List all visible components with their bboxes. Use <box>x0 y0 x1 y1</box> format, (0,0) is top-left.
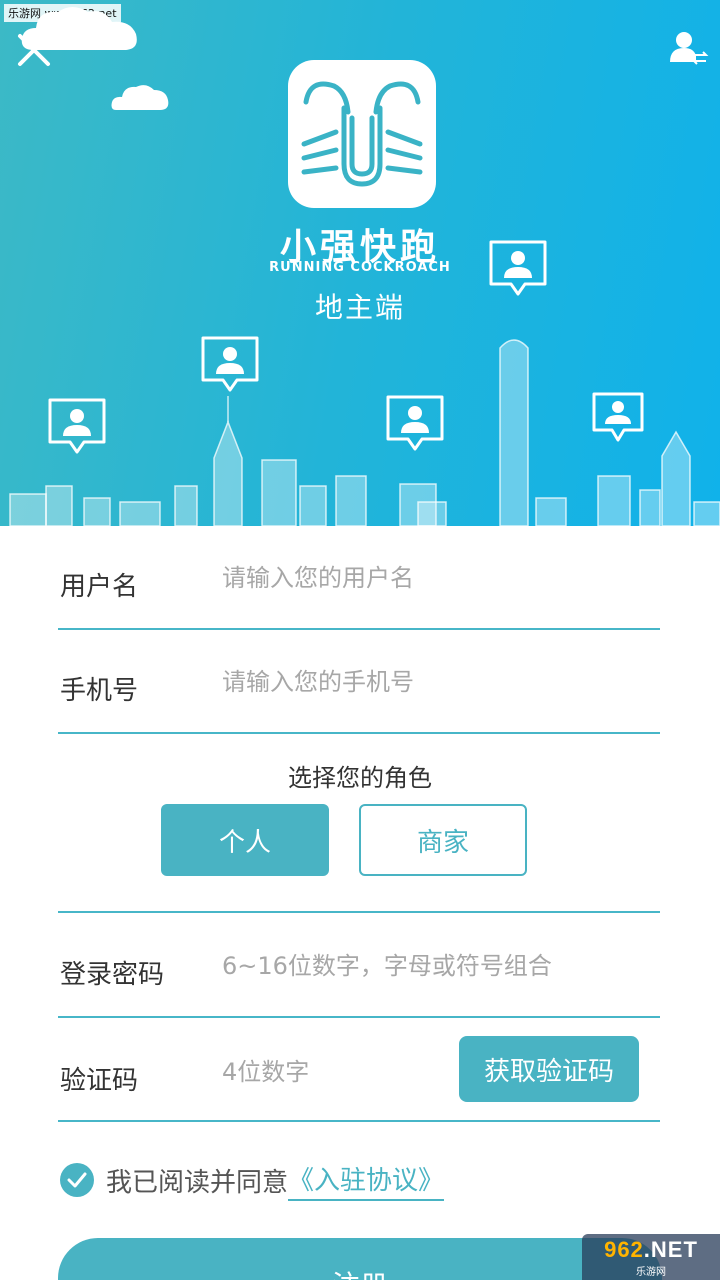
register-button[interactable]: 注册 <box>58 1238 662 1280</box>
close-button[interactable] <box>14 30 54 70</box>
role-option-individual[interactable]: 个人 <box>161 804 329 876</box>
watermark-main: 962 <box>604 1236 644 1262</box>
watermark-net: .NET <box>643 1236 698 1262</box>
city-skyline-illustration <box>9 339 720 526</box>
check-icon <box>67 1172 87 1188</box>
role-option-merchant[interactable]: 商家 <box>359 804 527 876</box>
cloud-icon <box>111 85 169 110</box>
hero-banner: 乐游网 www.962.net <box>0 0 720 526</box>
watermark-sub: 乐游网 <box>636 1266 666 1278</box>
cockroach-logo-icon <box>301 81 423 187</box>
phone-label: 手机号 <box>60 676 139 706</box>
username-input[interactable] <box>222 564 622 592</box>
agreement-text: 我已阅读并同意 <box>106 1167 289 1198</box>
role-title: 选择您的角色 <box>288 764 432 792</box>
app-role-title: 地主端 <box>314 291 405 324</box>
app-name-english: RUNNING COCKROACH <box>269 260 451 275</box>
switch-account-icon <box>670 32 709 65</box>
password-row: 登录密码 <box>58 934 660 1018</box>
register-button-label: 注册 <box>332 1264 388 1280</box>
phone-row: 手机号 <box>58 650 660 734</box>
switch-account-button[interactable] <box>668 28 710 70</box>
user-location-pin-icon <box>489 240 547 296</box>
password-label: 登录密码 <box>60 960 165 990</box>
password-input[interactable] <box>222 952 642 980</box>
agreement-row: 我已阅读并同意 《入驻协议》 <box>60 1160 445 1201</box>
agreement-link[interactable]: 《入驻协议》 <box>288 1160 445 1201</box>
verification-code-input[interactable] <box>222 1058 442 1086</box>
close-icon <box>18 34 50 66</box>
watermark-logo: 962.NET 乐游网 <box>582 1234 720 1280</box>
phone-input[interactable] <box>222 668 622 696</box>
agreement-checkbox[interactable] <box>60 1163 94 1197</box>
username-label: 用户名 <box>60 572 139 602</box>
username-row: 用户名 <box>58 546 660 630</box>
divider <box>58 911 660 913</box>
app-logo <box>288 60 436 208</box>
verification-code-label: 验证码 <box>60 1066 139 1096</box>
get-code-button[interactable]: 获取验证码 <box>459 1036 639 1102</box>
